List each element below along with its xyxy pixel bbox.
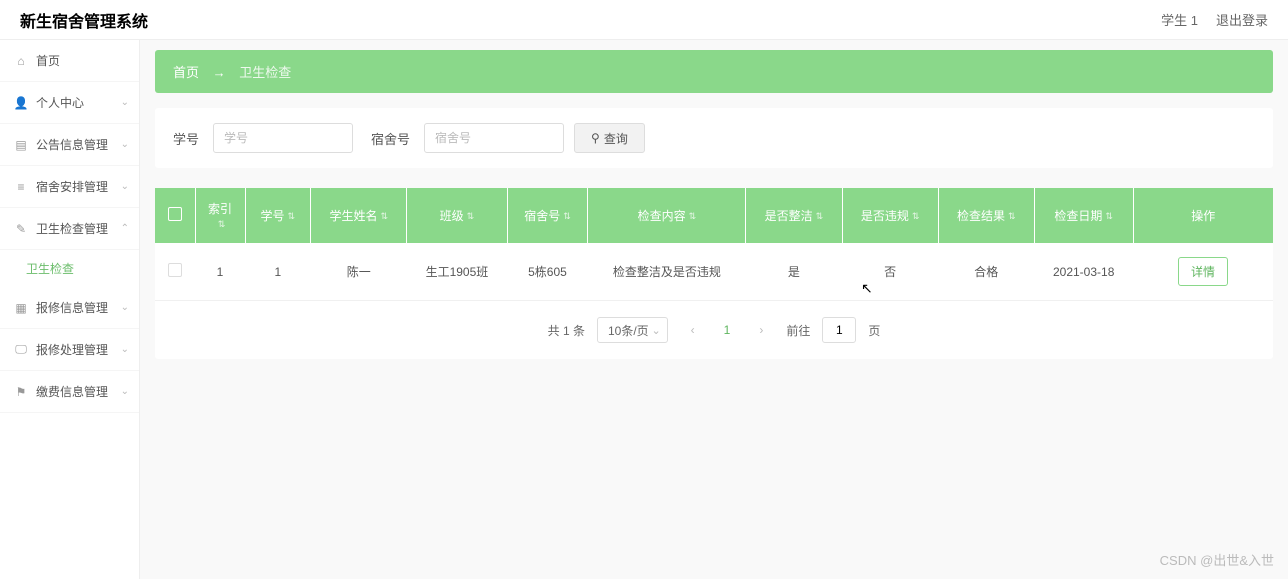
chevron-down-icon: ⌄ xyxy=(121,181,129,192)
sort-icon: ⇅ xyxy=(288,212,296,221)
search-input-studentid[interactable] xyxy=(213,123,353,153)
submenu-hygiene-check[interactable]: 卫生检查 xyxy=(0,250,139,287)
page-total: 共 1 条 xyxy=(548,322,585,339)
cell-index: 1 xyxy=(195,243,245,301)
sidebar-item-label: 首页 xyxy=(36,52,60,69)
th-action: 操作 xyxy=(1133,188,1273,243)
search-button-label: 查询 xyxy=(604,130,628,147)
pagination: 共 1 条 10条/页 ‹ 1 › 前往 页 xyxy=(155,301,1273,359)
header-right: 学生 1 退出登录 xyxy=(1161,10,1268,29)
home-icon: ⌂ xyxy=(14,54,28,68)
sidebar-item-label: 卫生检查管理 xyxy=(36,220,108,237)
table-header-row: 索引⇅ 学号⇅ 学生姓名⇅ 班级⇅ 宿舍号⇅ 检查内容⇅ 是否整洁⇅ 是否违规⇅… xyxy=(155,188,1273,243)
sort-icon: ⇅ xyxy=(689,212,697,221)
breadcrumb-home[interactable]: 首页 xyxy=(173,65,199,80)
sidebar-item-label: 缴费信息管理 xyxy=(36,383,108,400)
sidebar-item-profile[interactable]: 👤 个人中心 ⌄ xyxy=(0,82,139,124)
page-size-select[interactable]: 10条/页 xyxy=(597,317,668,343)
cell-studentid: 1 xyxy=(245,243,311,301)
chevron-down-icon: ⌄ xyxy=(121,344,129,355)
chevron-down-icon: ⌄ xyxy=(121,386,129,397)
cell-content: 检查整洁及是否违规 xyxy=(588,243,746,301)
cell-violation: 否 xyxy=(842,243,938,301)
data-table: 索引⇅ 学号⇅ 学生姓名⇅ 班级⇅ 宿舍号⇅ 检查内容⇅ 是否整洁⇅ 是否违规⇅… xyxy=(155,188,1273,359)
breadcrumb: 首页 → 卫生检查 xyxy=(155,50,1273,93)
sidebar-item-label: 报修处理管理 xyxy=(36,341,108,358)
flag-icon: ⚑ xyxy=(14,385,28,399)
th-result[interactable]: 检查结果⇅ xyxy=(938,188,1034,243)
sort-icon: ⇅ xyxy=(1008,212,1016,221)
sidebar-item-notice[interactable]: ▤ 公告信息管理 ⌄ xyxy=(0,124,139,166)
sidebar-item-home[interactable]: ⌂ 首页 xyxy=(0,40,139,82)
sidebar-item-label: 公告信息管理 xyxy=(36,136,108,153)
breadcrumb-current: 卫生检查 xyxy=(239,65,291,80)
chevron-down-icon: ⌄ xyxy=(121,139,129,150)
search-label-dorm: 宿舍号 xyxy=(371,129,410,148)
sort-icon: ⇅ xyxy=(912,212,920,221)
sort-icon: ⇅ xyxy=(1105,212,1113,221)
sort-icon: ⇅ xyxy=(380,212,388,221)
th-index[interactable]: 索引⇅ xyxy=(195,188,245,243)
cell-tidy: 是 xyxy=(746,243,842,301)
sidebar: ⌂ 首页 👤 个人中心 ⌄ ▤ 公告信息管理 ⌄ ≡ 宿舍安排管理 ⌄ ✎ 卫生… xyxy=(0,40,140,579)
repair-icon: ▦ xyxy=(14,301,28,315)
logout-link[interactable]: 退出登录 xyxy=(1216,10,1268,29)
page-jump-label: 前往 xyxy=(786,322,810,339)
page-next[interactable]: › xyxy=(748,317,774,343)
th-tidy[interactable]: 是否整洁⇅ xyxy=(746,188,842,243)
page-jump-suffix: 页 xyxy=(868,322,880,339)
th-class[interactable]: 班级⇅ xyxy=(407,188,507,243)
doc-icon: ▤ xyxy=(14,138,28,152)
breadcrumb-arrow: → xyxy=(213,65,226,80)
th-date[interactable]: 检查日期⇅ xyxy=(1034,188,1133,243)
th-checkbox xyxy=(155,188,195,243)
cell-class: 生工1905班 xyxy=(407,243,507,301)
sidebar-item-hygiene[interactable]: ✎ 卫生检查管理 ⌃ xyxy=(0,208,139,250)
sort-icon: ⇅ xyxy=(218,220,226,229)
search-label-studentid: 学号 xyxy=(173,129,199,148)
search-input-dorm[interactable] xyxy=(424,123,564,153)
sidebar-item-label: 报修信息管理 xyxy=(36,299,108,316)
cell-dorm: 5栋605 xyxy=(507,243,588,301)
search-bar: 学号 宿舍号 ⚲ 查询 xyxy=(155,108,1273,168)
sidebar-item-dorm-arrange[interactable]: ≡ 宿舍安排管理 ⌄ xyxy=(0,166,139,208)
table-row: 1 1 陈一 生工1905班 5栋605 检查整洁及是否违规 是 否 合格 20… xyxy=(155,243,1273,301)
user-name[interactable]: 学生 1 xyxy=(1161,10,1198,29)
main-content: 首页 → 卫生检查 学号 宿舍号 ⚲ 查询 索引⇅ 学号⇅ 学生姓名 xyxy=(140,40,1288,579)
th-dorm[interactable]: 宿舍号⇅ xyxy=(507,188,588,243)
sort-icon: ⇅ xyxy=(467,212,475,221)
monitor-icon: 🖵 xyxy=(14,343,28,357)
header: 新生宿舍管理系统 学生 1 退出登录 xyxy=(0,0,1288,40)
sidebar-item-repair-info[interactable]: ▦ 报修信息管理 ⌄ xyxy=(0,287,139,329)
chevron-up-icon: ⌃ xyxy=(121,223,129,234)
page-prev[interactable]: ‹ xyxy=(680,317,706,343)
th-studentname[interactable]: 学生姓名⇅ xyxy=(311,188,407,243)
watermark: CSDN @出世&入世 xyxy=(1160,550,1274,569)
user-icon: 👤 xyxy=(14,96,28,110)
checkbox-all[interactable] xyxy=(168,207,182,221)
app-title: 新生宿舍管理系统 xyxy=(20,8,148,32)
cell-result: 合格 xyxy=(938,243,1034,301)
sidebar-item-repair-handle[interactable]: 🖵 报修处理管理 ⌄ xyxy=(0,329,139,371)
row-checkbox[interactable] xyxy=(168,263,182,277)
th-violation[interactable]: 是否违规⇅ xyxy=(842,188,938,243)
sort-icon: ⇅ xyxy=(816,212,824,221)
th-content[interactable]: 检查内容⇅ xyxy=(588,188,746,243)
chevron-down-icon: ⌄ xyxy=(121,97,129,108)
check-icon: ✎ xyxy=(14,222,28,236)
sidebar-item-payment[interactable]: ⚑ 缴费信息管理 ⌄ xyxy=(0,371,139,413)
th-studentid[interactable]: 学号⇅ xyxy=(245,188,311,243)
sidebar-item-label: 个人中心 xyxy=(36,94,84,111)
chevron-down-icon: ⌄ xyxy=(121,302,129,313)
detail-button[interactable]: 详情 xyxy=(1178,257,1228,286)
cell-date: 2021-03-18 xyxy=(1034,243,1133,301)
page-jump-input[interactable] xyxy=(822,317,856,343)
search-icon: ⚲ xyxy=(591,131,600,145)
search-button[interactable]: ⚲ 查询 xyxy=(574,123,645,153)
cell-studentname: 陈一 xyxy=(311,243,407,301)
sort-icon: ⇅ xyxy=(563,212,571,221)
sidebar-item-label: 宿舍安排管理 xyxy=(36,178,108,195)
list-icon: ≡ xyxy=(14,180,28,194)
page-current[interactable]: 1 xyxy=(718,323,737,337)
